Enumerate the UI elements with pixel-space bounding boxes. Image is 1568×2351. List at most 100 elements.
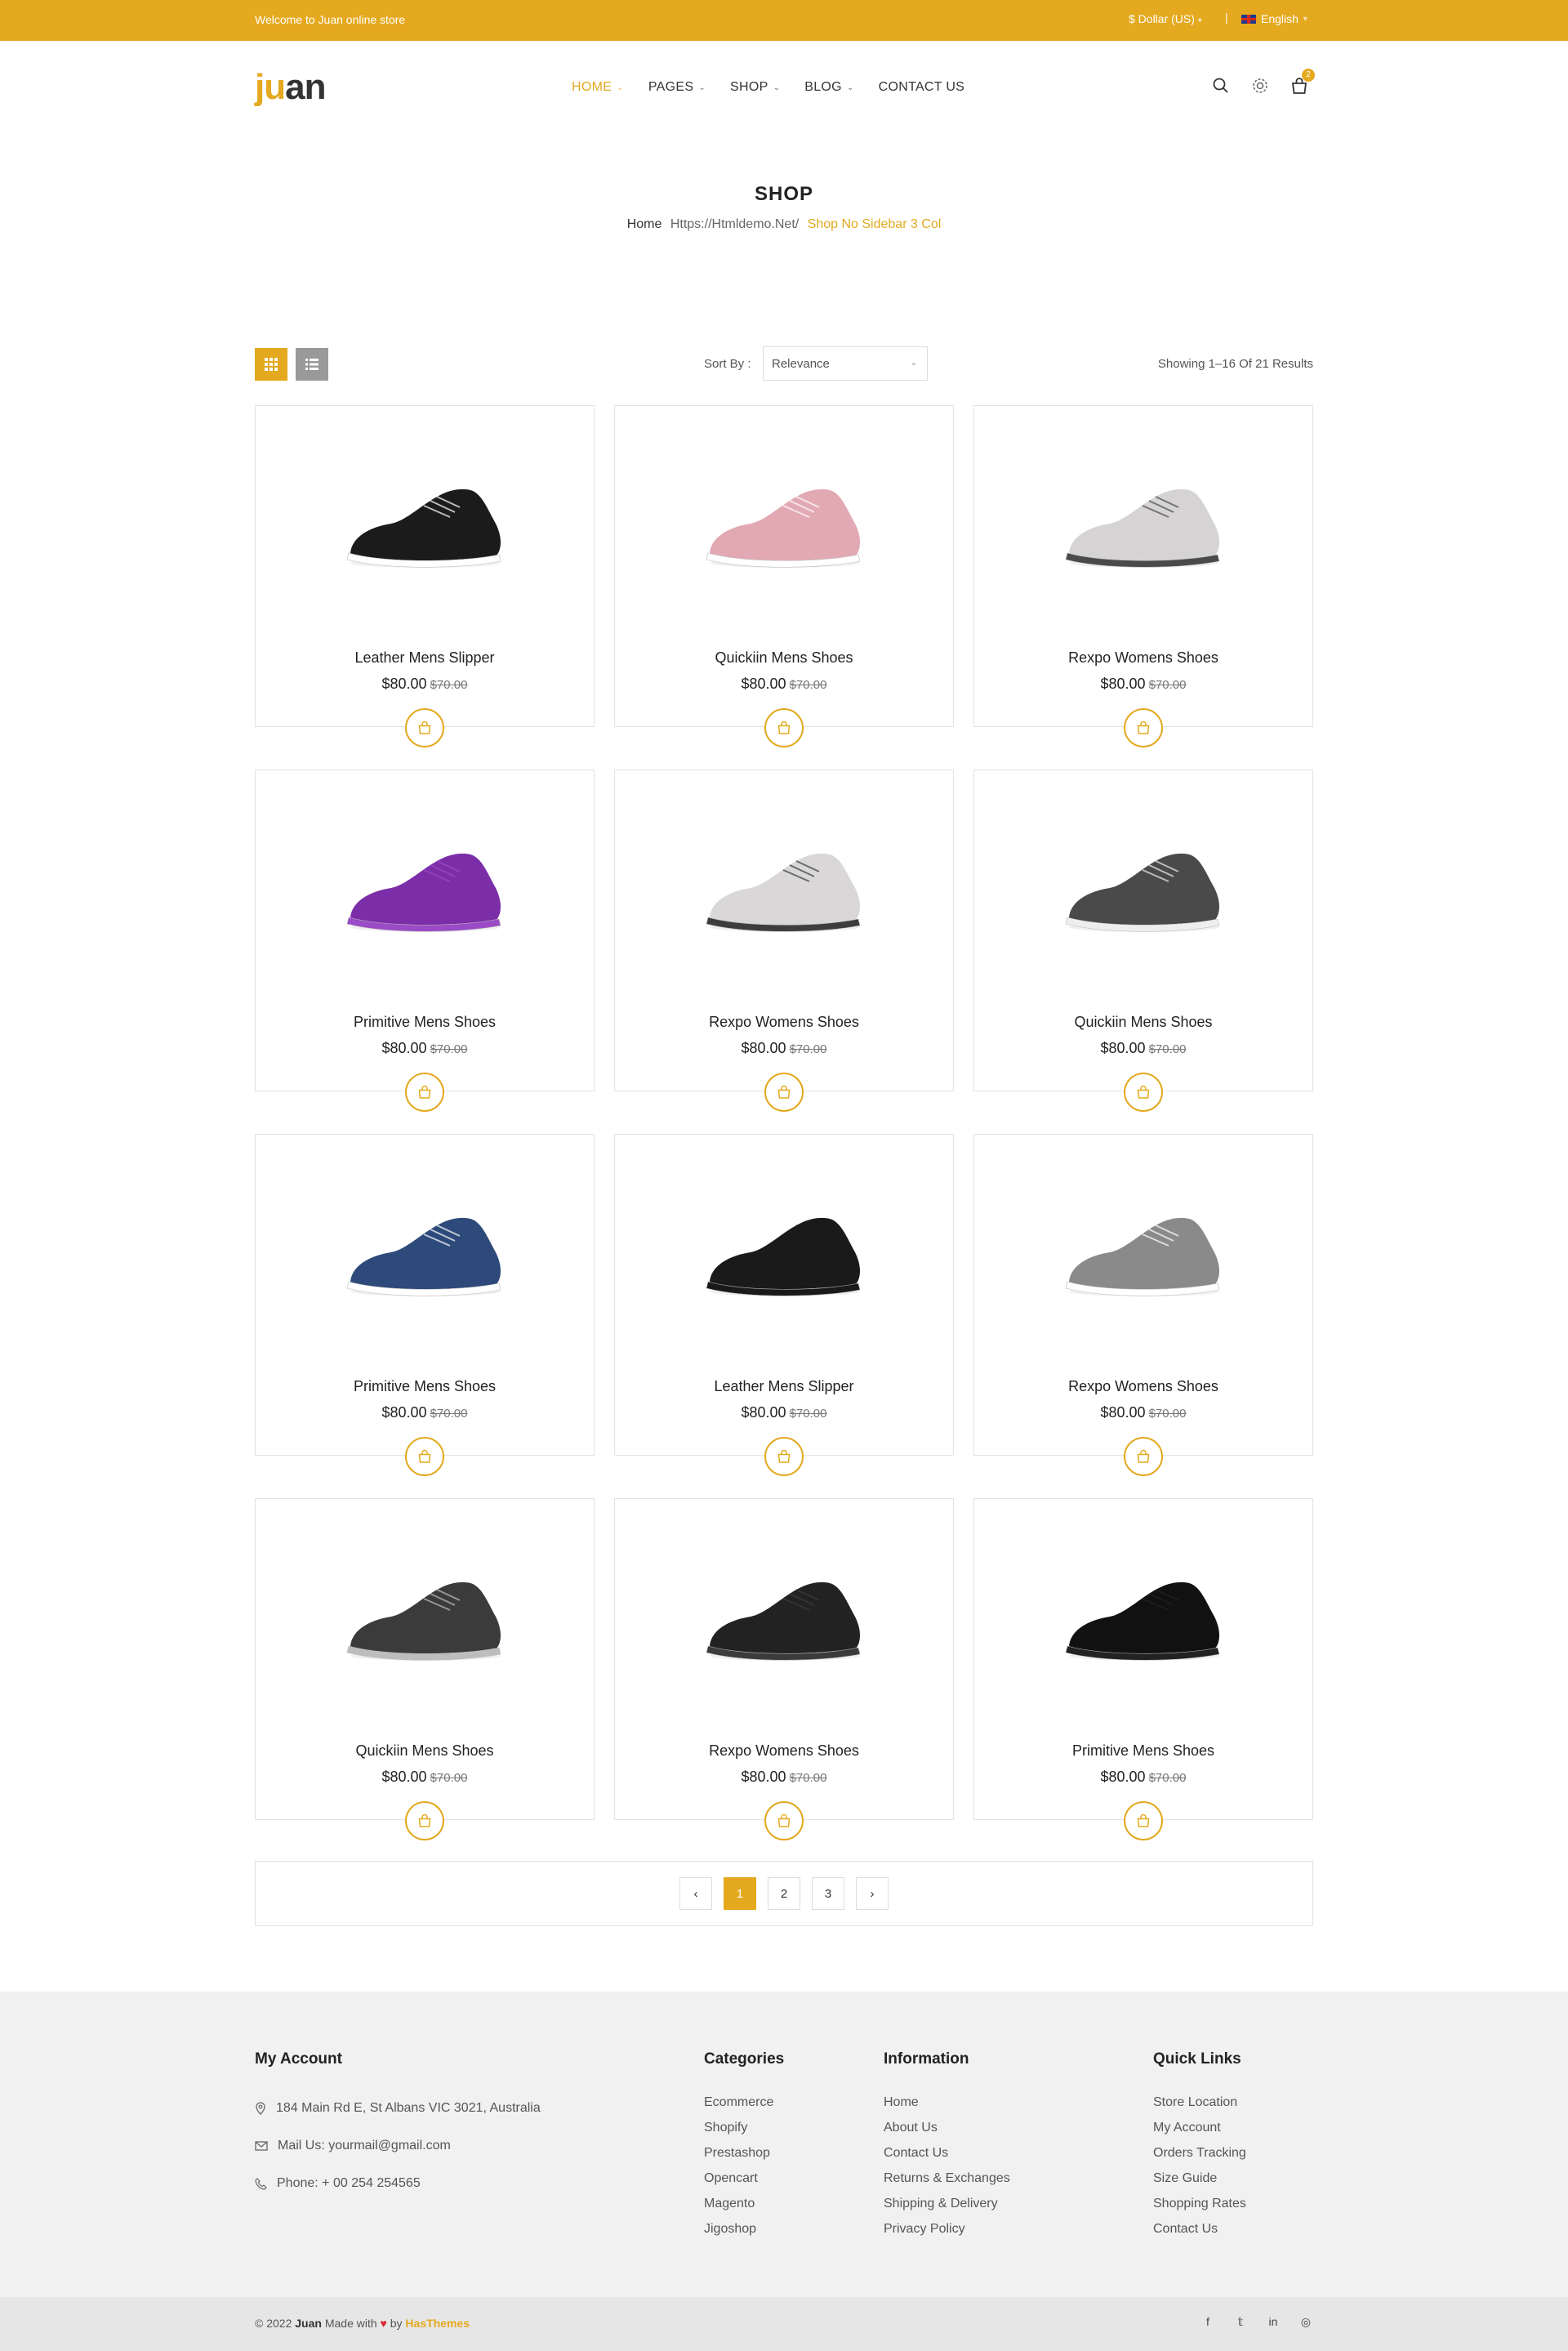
product-name[interactable]: Rexpo Womens Shoes <box>615 1014 953 1031</box>
nav-pages[interactable]: PAGES ⌄ <box>648 80 706 95</box>
footer-link[interactable]: Size Guide <box>1153 2166 1246 2191</box>
logo[interactable]: juan <box>255 67 326 108</box>
add-to-cart-button[interactable] <box>1124 1437 1163 1476</box>
currency-selector[interactable]: $ Dollar (US) ▾ <box>1129 12 1202 25</box>
footer-link[interactable]: My Account <box>1153 2115 1246 2140</box>
footer-link[interactable]: Contact Us <box>884 2140 1010 2166</box>
product-name[interactable]: Rexpo Womens Shoes <box>974 1378 1312 1395</box>
nav-shop[interactable]: SHOP ⌄ <box>730 80 780 95</box>
add-to-cart-button[interactable] <box>764 708 804 747</box>
add-to-cart-button[interactable] <box>764 1437 804 1476</box>
product-card[interactable]: Primitive Mens Shoes $80.00 $70.00 <box>255 1134 595 1476</box>
gear-icon[interactable] <box>1251 77 1269 95</box>
add-to-cart-button[interactable] <box>405 708 444 747</box>
product-image[interactable] <box>1046 439 1242 602</box>
page-3-button[interactable]: 3 <box>812 1877 844 1910</box>
product-image[interactable] <box>1046 803 1242 966</box>
page-1-button[interactable]: 1 <box>724 1877 756 1910</box>
product-name[interactable]: Primitive Mens Shoes <box>256 1014 594 1031</box>
breadcrumb-home[interactable]: Home <box>627 217 662 231</box>
product-card[interactable]: Quickiin Mens Shoes $80.00 $70.00 <box>255 1498 595 1840</box>
product-name[interactable]: Primitive Mens Shoes <box>256 1378 594 1395</box>
current-price: $80.00 <box>381 1404 427 1421</box>
product-name[interactable]: Primitive Mens Shoes <box>974 1742 1312 1760</box>
product-image[interactable] <box>1046 1532 1242 1695</box>
product-image[interactable] <box>327 1167 523 1331</box>
product-card[interactable]: Rexpo Womens Shoes $80.00 $70.00 <box>614 1498 954 1840</box>
add-to-cart-button[interactable] <box>764 1073 804 1112</box>
language-selector[interactable]: English ▾ <box>1241 12 1307 25</box>
grid-view-button[interactable] <box>255 348 287 381</box>
product-name[interactable]: Leather Mens Slipper <box>615 1378 953 1395</box>
footer-link[interactable]: Shopping Rates <box>1153 2191 1246 2216</box>
nav-contact-us[interactable]: CONTACT US <box>879 80 965 95</box>
instagram-icon[interactable]: ◎ <box>1298 2315 1313 2329</box>
footer-link[interactable]: Jigoshop <box>704 2216 784 2242</box>
product-image[interactable] <box>687 439 883 602</box>
add-to-cart-button[interactable] <box>1124 1801 1163 1840</box>
add-to-cart-button[interactable] <box>405 1073 444 1112</box>
add-to-cart-button[interactable] <box>764 1801 804 1840</box>
add-to-cart-button[interactable] <box>1124 708 1163 747</box>
footer-link[interactable]: About Us <box>884 2115 1010 2140</box>
footer-link[interactable]: Ecommerce <box>704 2090 784 2115</box>
next-page-button[interactable]: › <box>856 1877 889 1910</box>
product-card[interactable]: Primitive Mens Shoes $80.00 $70.00 <box>255 770 595 1112</box>
twitter-icon[interactable]: 𝕥 <box>1233 2315 1248 2329</box>
product-card[interactable]: Quickiin Mens Shoes $80.00 $70.00 <box>614 405 954 747</box>
nav-home[interactable]: HOME ⌄ <box>572 80 624 95</box>
list-view-button[interactable] <box>296 348 328 381</box>
footer-link[interactable]: Orders Tracking <box>1153 2140 1246 2166</box>
footer-link[interactable]: Magento <box>704 2191 784 2216</box>
cart-icon[interactable]: 2 <box>1290 69 1315 95</box>
product-card[interactable]: Rexpo Womens Shoes $80.00 $70.00 <box>973 405 1313 747</box>
product-price: $80.00 $70.00 <box>256 1404 594 1421</box>
product-card[interactable]: Leather Mens Slipper $80.00 $70.00 <box>255 405 595 747</box>
product-card[interactable]: Leather Mens Slipper $80.00 $70.00 <box>614 1134 954 1476</box>
copyright-author-link[interactable]: HasThemes <box>405 2317 470 2330</box>
product-image[interactable] <box>327 439 523 602</box>
product-image[interactable] <box>687 1532 883 1695</box>
add-to-cart-button[interactable] <box>1124 1073 1163 1112</box>
product-card[interactable]: Rexpo Womens Shoes $80.00 $70.00 <box>614 770 954 1112</box>
product-name[interactable]: Quickiin Mens Shoes <box>256 1742 594 1760</box>
footer-link[interactable]: Shipping & Delivery <box>884 2191 1010 2216</box>
product-image[interactable] <box>327 803 523 966</box>
product-image[interactable] <box>687 803 883 966</box>
product-card[interactable]: Primitive Mens Shoes $80.00 $70.00 <box>973 1498 1313 1840</box>
product-card[interactable]: Quickiin Mens Shoes $80.00 $70.00 <box>973 770 1313 1112</box>
prev-page-button[interactable]: ‹ <box>679 1877 712 1910</box>
add-to-cart-button[interactable] <box>405 1801 444 1840</box>
linkedin-icon[interactable]: in <box>1266 2315 1281 2329</box>
header-icons: 2 <box>1212 69 1315 95</box>
footer-link[interactable]: Shopify <box>704 2115 784 2140</box>
product-image[interactable] <box>687 1167 883 1331</box>
sort-select[interactable]: Relevance ⌄ <box>763 346 928 381</box>
footer-link[interactable]: Store Location <box>1153 2090 1246 2115</box>
list-icon <box>305 359 318 370</box>
footer-link[interactable]: Returns & Exchanges <box>884 2166 1010 2191</box>
footer-link[interactable]: Privacy Policy <box>884 2216 1010 2242</box>
footer-link[interactable]: Opencart <box>704 2166 784 2191</box>
search-icon[interactable] <box>1212 77 1230 95</box>
product-name[interactable]: Quickiin Mens Shoes <box>974 1014 1312 1031</box>
footer-link[interactable]: Contact Us <box>1153 2216 1246 2242</box>
facebook-icon[interactable]: f <box>1200 2315 1215 2329</box>
product-name[interactable]: Quickiin Mens Shoes <box>615 649 953 667</box>
add-to-cart-button[interactable] <box>405 1437 444 1476</box>
product-image[interactable] <box>1046 1167 1242 1331</box>
product-name[interactable]: Leather Mens Slipper <box>256 649 594 667</box>
shopping-bag-icon <box>777 1085 791 1099</box>
footer-mail-text[interactable]: Mail Us: yourmail@gmail.com <box>278 2139 451 2153</box>
breadcrumb-domain[interactable]: Https://Htmldemo.Net/ <box>670 217 799 231</box>
product-name[interactable]: Rexpo Womens Shoes <box>615 1742 953 1760</box>
page-2-button[interactable]: 2 <box>768 1877 800 1910</box>
main-nav: HOME ⌄ PAGES ⌄ SHOP ⌄ BLOG ⌄ CONTACT US <box>572 80 989 95</box>
product-name[interactable]: Rexpo Womens Shoes <box>974 649 1312 667</box>
footer-phone-text[interactable]: Phone: + 00 254 254565 <box>277 2176 421 2191</box>
product-card[interactable]: Rexpo Womens Shoes $80.00 $70.00 <box>973 1134 1313 1476</box>
footer-link[interactable]: Home <box>884 2090 1010 2115</box>
footer-link[interactable]: Prestashop <box>704 2140 784 2166</box>
nav-blog[interactable]: BLOG ⌄ <box>804 80 853 95</box>
product-image[interactable] <box>327 1532 523 1695</box>
